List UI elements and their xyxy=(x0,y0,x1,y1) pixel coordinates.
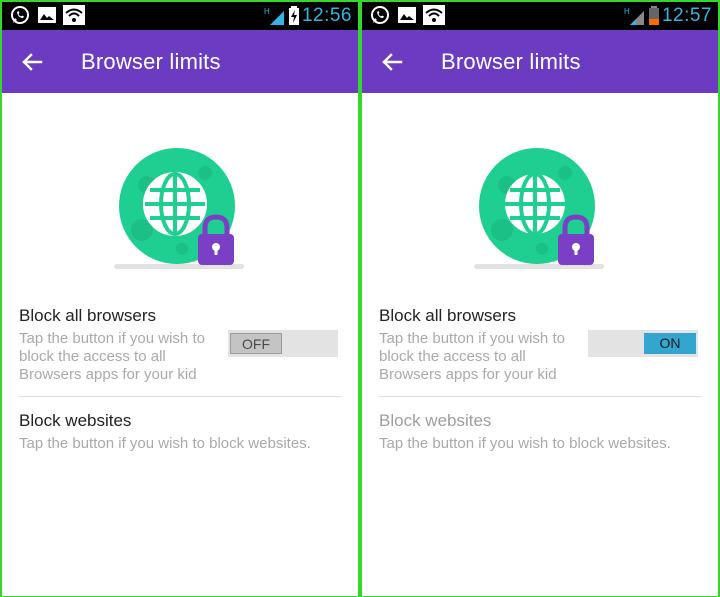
page-title: Browser limits xyxy=(441,49,581,74)
whatsapp-icon xyxy=(11,6,29,24)
app-bar: Browser limits xyxy=(2,30,358,93)
block-browsers-toggle[interactable]: ON xyxy=(588,330,698,357)
block-browsers-description: Tap the button if you wish to block the … xyxy=(379,330,565,383)
page-title: Browser limits xyxy=(81,49,221,74)
wifi-icon xyxy=(423,5,445,25)
battery-icon xyxy=(289,6,299,25)
block-websites-title[interactable]: Block websites xyxy=(19,411,131,431)
block-websites-description: Tap the button if you wish to block webs… xyxy=(379,435,671,452)
gallery-icon xyxy=(38,7,56,23)
gallery-icon xyxy=(398,7,416,23)
block-browsers-toggle[interactable]: OFF xyxy=(228,330,338,357)
back-arrow-icon[interactable] xyxy=(381,51,403,73)
toggle-state-label: ON xyxy=(644,333,696,354)
signal-icon: H xyxy=(264,7,284,25)
svg-text:H: H xyxy=(264,7,270,16)
wifi-icon xyxy=(63,5,85,25)
screen-before: H 12:56 Browser limits Block all browser… xyxy=(2,2,358,596)
clock: 12:57 xyxy=(661,5,712,26)
block-browsers-title: Block all browsers xyxy=(379,306,516,325)
block-websites-title[interactable]: Block websites xyxy=(379,411,491,431)
block-websites-description: Tap the button if you wish to block webs… xyxy=(19,435,311,452)
globe-lock-illustration xyxy=(474,148,604,269)
block-browsers-description: Tap the button if you wish to block the … xyxy=(19,330,205,383)
clock: 12:56 xyxy=(301,5,352,26)
app-bar: Browser limits xyxy=(362,30,718,93)
status-bar: H 12:56 xyxy=(2,2,358,30)
toggle-state-label: OFF xyxy=(230,333,282,354)
section-divider xyxy=(379,396,701,397)
screen-after: H 12:57 Browser limits Block all browser… xyxy=(362,2,718,596)
svg-text:H: H xyxy=(624,7,630,16)
whatsapp-icon xyxy=(371,6,389,24)
block-browsers-title: Block all browsers xyxy=(19,306,156,325)
status-bar: H 12:57 xyxy=(362,2,718,30)
battery-icon xyxy=(649,6,659,25)
signal-icon: H xyxy=(624,7,644,25)
back-arrow-icon[interactable] xyxy=(21,51,43,73)
section-divider xyxy=(19,396,341,397)
globe-lock-illustration xyxy=(114,148,244,269)
screenshot-comparison: H 12:56 Browser limits Block all browser… xyxy=(0,0,720,597)
